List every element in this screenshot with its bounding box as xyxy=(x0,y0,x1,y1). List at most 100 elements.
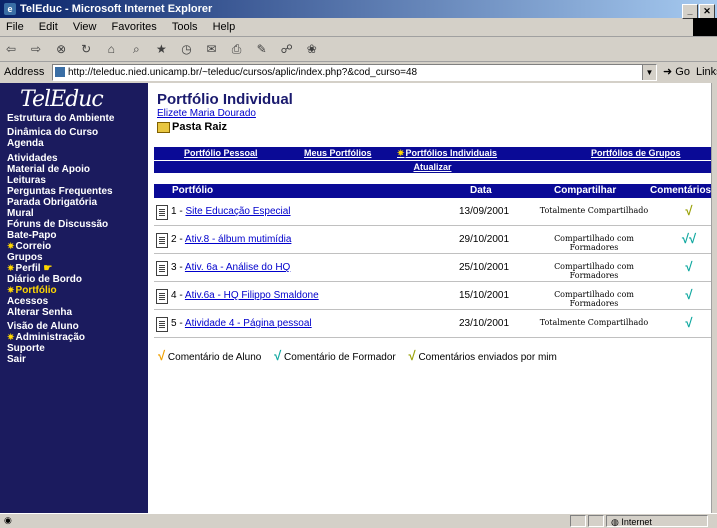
nav-leituras[interactable]: Leituras xyxy=(7,175,113,186)
table-row: 4 - Ativ.6a - HQ Filippo Smaldone 15/10/… xyxy=(154,283,711,310)
nav-acessos[interactable]: Acessos xyxy=(7,296,72,307)
document-icon xyxy=(156,289,168,304)
folder-name: Pasta Raiz xyxy=(172,121,228,133)
status-cell xyxy=(588,515,604,527)
status-cell xyxy=(570,515,586,527)
tab-meus-portfolios[interactable]: Meus Portfólios xyxy=(304,147,372,160)
edit-icon[interactable]: ✎ xyxy=(253,40,271,58)
nav-atividades[interactable]: Atividades xyxy=(7,153,113,164)
table-row: 3 - Ativ. 6a - Análise do HQ 25/10/2001 … xyxy=(154,255,711,282)
globe-icon: ◍ xyxy=(611,517,619,527)
document-icon xyxy=(156,261,168,276)
favorites-icon[interactable]: ★ xyxy=(152,40,170,58)
nav-correio-label: Correio xyxy=(15,241,52,252)
nav-material[interactable]: Material de Apoio xyxy=(7,164,113,175)
home-icon[interactable]: ⌂ xyxy=(102,40,120,58)
menu-view[interactable]: View xyxy=(73,21,97,33)
nav-sair[interactable]: Sair xyxy=(7,354,85,365)
mail-icon[interactable]: ✉ xyxy=(203,40,221,58)
minimize-button[interactable]: _ xyxy=(682,4,698,19)
history-icon[interactable]: ◷ xyxy=(177,40,195,58)
menu-favorites[interactable]: Favorites xyxy=(112,21,157,33)
olive-check-icon: √ xyxy=(408,348,416,363)
portfolio-link[interactable]: Atividade 4 - Página pessoal xyxy=(185,318,312,329)
refresh-icon[interactable]: ↻ xyxy=(77,40,95,58)
close-button[interactable]: ✕ xyxy=(699,4,715,19)
document-icon xyxy=(156,317,168,332)
col-comentarios: Comentários xyxy=(650,185,712,196)
nav-diario[interactable]: Diário de Bordo xyxy=(7,274,82,285)
owner-link[interactable]: Elizete Maria Dourado xyxy=(157,108,256,119)
go-button[interactable]: ➜ Go xyxy=(663,62,690,82)
col-data: Data xyxy=(470,185,492,196)
comment-check-icon[interactable]: √ xyxy=(669,287,709,302)
menu-tools[interactable]: Tools xyxy=(172,21,198,33)
nav-foruns[interactable]: Fóruns de Discussão xyxy=(7,219,108,230)
back-icon[interactable]: ⇦ xyxy=(2,40,20,58)
comment-check-icon[interactable]: √ xyxy=(669,259,709,274)
nav-suporte[interactable]: Suporte xyxy=(7,343,85,354)
nav-administracao-label: Administração xyxy=(15,332,86,343)
address-dropdown-icon[interactable]: ▼ xyxy=(642,65,656,80)
nav-agenda[interactable]: Agenda xyxy=(7,138,98,149)
row-title: 4 - Ativ.6a - HQ Filippo Smaldone xyxy=(171,290,319,301)
table-header: Portfólio Data Compartilhar Comentários xyxy=(154,184,711,198)
nav-administracao[interactable]: ✷Administração xyxy=(7,332,85,343)
portfolio-link[interactable]: Ativ.6a - HQ Filippo Smaldone xyxy=(185,290,319,301)
legend-label: Comentário de Aluno xyxy=(167,352,262,363)
comment-check-icon[interactable]: √ xyxy=(669,203,709,218)
go-arrow-icon: ➜ xyxy=(663,66,673,78)
row-number: 4 - xyxy=(171,290,185,301)
portfolio-link[interactable]: Ativ.8 - álbum mutimídia xyxy=(185,234,292,245)
nav-correio[interactable]: ✷Correio xyxy=(7,241,108,252)
nav-estrutura[interactable]: Estrutura do Ambiente xyxy=(7,113,114,124)
comment-check-icon[interactable]: √ xyxy=(669,315,709,330)
print-icon[interactable]: ⎙ xyxy=(228,40,246,58)
comment-check-icon[interactable]: √√ xyxy=(669,231,709,246)
row-share[interactable]: Compartilhado com Formadores xyxy=(529,290,659,308)
nav-perfil[interactable]: ✷Perfil ☛ xyxy=(7,263,82,274)
messenger-icon[interactable]: ❀ xyxy=(303,40,321,58)
menu-help[interactable]: Help xyxy=(213,21,236,33)
stop-icon[interactable]: ⊗ xyxy=(52,40,70,58)
portfolio-link[interactable]: Site Educação Especial xyxy=(185,206,290,217)
row-share[interactable]: Compartilhado com Formadores xyxy=(529,262,659,280)
nav-alterar-senha[interactable]: Alterar Senha xyxy=(7,307,72,318)
tab-portfolios-individuais[interactable]: ✷Portfólios Individuais xyxy=(397,147,497,160)
nav-group-6: Acessos Alterar Senha xyxy=(7,296,72,318)
nav-dinamica[interactable]: Dinâmica do Curso xyxy=(7,127,98,138)
nav-grupos[interactable]: Grupos xyxy=(7,252,82,263)
nav-parada[interactable]: Parada Obrigatória xyxy=(7,197,113,208)
forward-icon[interactable]: ⇨ xyxy=(27,40,45,58)
menu-file[interactable]: File xyxy=(6,21,24,33)
nav-visao-aluno[interactable]: Visão de Aluno xyxy=(7,321,85,332)
links-button[interactable]: Links xyxy=(696,62,717,82)
nav-batepapo[interactable]: Bate-Papo xyxy=(7,230,108,241)
refresh-link[interactable]: Atualizar xyxy=(413,162,451,172)
vertical-scrollbar[interactable] xyxy=(711,83,717,513)
row-share[interactable]: Totalmente Compartilhado xyxy=(529,318,659,327)
row-share[interactable]: Totalmente Compartilhado xyxy=(529,206,659,215)
nav-mural[interactable]: Mural xyxy=(7,208,108,219)
address-input[interactable]: http://teleduc.nied.unicamp.br/~teleduc/… xyxy=(52,64,657,81)
tab-portfolios-grupos[interactable]: Portfólios de Grupos xyxy=(591,147,681,160)
nav-group-4: Mural Fóruns de Discussão Bate-Papo ✷Cor… xyxy=(7,208,108,252)
pointer-hand-icon: ☛ xyxy=(43,263,53,274)
table-row: 1 - Site Educação Especial 13/09/2001 To… xyxy=(154,199,711,226)
menu-edit[interactable]: Edit xyxy=(39,21,58,33)
status-bar: ◉ ◍ Internet xyxy=(0,513,717,527)
address-bar: Address http://teleduc.nied.unicamp.br/~… xyxy=(0,62,717,82)
row-share[interactable]: Compartilhado com Formadores xyxy=(529,234,659,252)
document-icon xyxy=(156,233,168,248)
sidebar: TelEduc Estrutura do Ambiente Dinâmica d… xyxy=(0,83,148,513)
nav-portfolio[interactable]: ✷Portfólio xyxy=(7,285,82,296)
portfolio-link[interactable]: Ativ. 6a - Análise do HQ xyxy=(185,262,290,273)
page-icon xyxy=(55,67,65,77)
nav-group-3: Atividades Material de Apoio Leituras Pe… xyxy=(7,153,113,208)
search-icon[interactable]: ⌕ xyxy=(127,40,145,58)
discuss-icon[interactable]: ☍ xyxy=(278,40,296,58)
status-zone-label: Internet xyxy=(621,517,652,527)
nav-group-5: Grupos ✷Perfil ☛ Diário de Bordo ✷Portfó… xyxy=(7,252,82,296)
nav-perguntas[interactable]: Perguntas Frequentes xyxy=(7,186,113,197)
tab-portfolio-pessoal[interactable]: Portfólio Pessoal xyxy=(184,147,258,160)
